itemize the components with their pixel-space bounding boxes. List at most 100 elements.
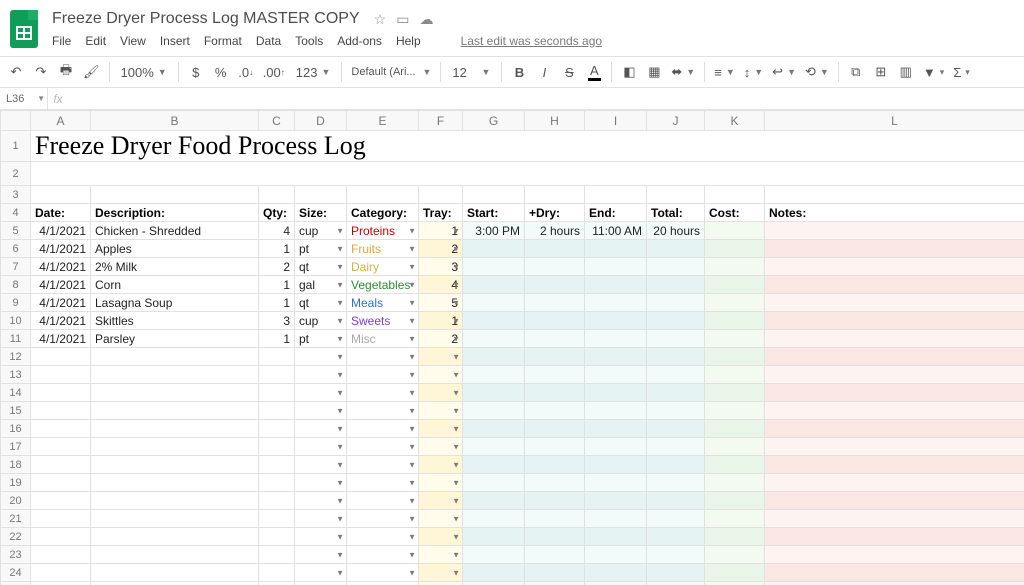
italic-icon[interactable]: I (532, 59, 556, 85)
cell-category[interactable]: Misc▼ (347, 330, 419, 348)
cell-size[interactable]: ▼ (295, 474, 347, 492)
header-B[interactable]: Description: (91, 204, 259, 222)
dropdown-icon[interactable]: ▼ (408, 352, 416, 361)
cell-notes[interactable] (765, 528, 1024, 546)
dropdown-icon[interactable]: ▼ (452, 370, 460, 379)
dropdown-icon[interactable]: ▼ (408, 280, 416, 289)
cell-dry[interactable] (525, 582, 585, 585)
row-header[interactable]: 18 (1, 456, 31, 474)
cell-description[interactable] (91, 420, 259, 438)
cell-description[interactable] (91, 492, 259, 510)
cell-dry[interactable] (525, 474, 585, 492)
cell-category[interactable]: ▼ (347, 546, 419, 564)
row-header[interactable]: 14 (1, 384, 31, 402)
textcolor-icon[interactable]: A (582, 59, 606, 85)
cell-end[interactable] (585, 456, 647, 474)
cell-date[interactable] (31, 438, 91, 456)
dropdown-icon[interactable]: ▼ (336, 550, 344, 559)
cell-start[interactable] (463, 510, 525, 528)
cell-qty[interactable] (259, 582, 295, 585)
dropdown-icon[interactable]: ▼ (336, 316, 344, 325)
cell-category[interactable]: ▼ (347, 438, 419, 456)
cell-tray[interactable]: 1▼ (419, 222, 463, 240)
cell-start[interactable] (463, 474, 525, 492)
row-header[interactable]: 24 (1, 564, 31, 582)
cell-size[interactable]: ▼ (295, 402, 347, 420)
cell-tray[interactable]: 1▼ (419, 312, 463, 330)
cell-dry[interactable] (525, 456, 585, 474)
cell-end[interactable] (585, 402, 647, 420)
cell-dry[interactable] (525, 420, 585, 438)
header-A[interactable]: Date: (31, 204, 91, 222)
cell-dry[interactable] (525, 330, 585, 348)
cell-tray[interactable]: ▼ (419, 420, 463, 438)
cell-dry[interactable] (525, 276, 585, 294)
cell-total[interactable] (647, 258, 705, 276)
cell-date[interactable] (31, 528, 91, 546)
dropdown-icon[interactable]: ▼ (452, 316, 460, 325)
currency-icon[interactable]: $ (184, 59, 208, 85)
undo-icon[interactable]: ↶ (4, 59, 28, 85)
dropdown-icon[interactable]: ▼ (452, 496, 460, 505)
cell-cost[interactable] (705, 564, 765, 582)
cell-dry[interactable] (525, 384, 585, 402)
dropdown-icon[interactable]: ▼ (452, 532, 460, 541)
menu-tools[interactable]: Tools (295, 34, 323, 48)
cell-total[interactable] (647, 312, 705, 330)
cell-tray[interactable]: 2▼ (419, 330, 463, 348)
cell-total[interactable] (647, 276, 705, 294)
cell-notes[interactable] (765, 240, 1024, 258)
col-header-G[interactable]: G (463, 111, 525, 131)
header-G[interactable]: Start: (463, 204, 525, 222)
cell-start[interactable] (463, 402, 525, 420)
star-icon[interactable]: ☆ (374, 11, 387, 28)
cell-size[interactable]: cup▼ (295, 222, 347, 240)
cell-end[interactable] (585, 438, 647, 456)
cell-description[interactable] (91, 456, 259, 474)
dropdown-icon[interactable]: ▼ (336, 298, 344, 307)
cell-size[interactable]: ▼ (295, 492, 347, 510)
cell-end[interactable] (585, 492, 647, 510)
cell-qty[interactable] (259, 384, 295, 402)
dropdown-icon[interactable]: ▼ (452, 514, 460, 523)
cell-notes[interactable] (765, 222, 1024, 240)
redo-icon[interactable]: ↷ (29, 59, 53, 85)
header-E[interactable]: Category: (347, 204, 419, 222)
cell-cost[interactable] (705, 402, 765, 420)
increase-decimal-icon[interactable]: .00↑ (259, 59, 289, 85)
fontsize-dropdown[interactable]: 12▼ (446, 59, 496, 85)
dropdown-icon[interactable]: ▼ (452, 298, 460, 307)
cell-notes[interactable] (765, 564, 1024, 582)
sheet-title[interactable]: Freeze Dryer Food Process Log (31, 131, 1024, 162)
cell-cost[interactable] (705, 492, 765, 510)
cell-description[interactable] (91, 528, 259, 546)
cell-start[interactable] (463, 330, 525, 348)
dropdown-icon[interactable]: ▼ (408, 334, 416, 343)
col-header-B[interactable]: B (91, 111, 259, 131)
cell-category[interactable]: ▼ (347, 366, 419, 384)
dropdown-icon[interactable]: ▼ (408, 370, 416, 379)
cell-size[interactable]: ▼ (295, 384, 347, 402)
cell-size[interactable]: qt▼ (295, 294, 347, 312)
cell-qty[interactable] (259, 546, 295, 564)
cell-tray[interactable]: ▼ (419, 474, 463, 492)
cell-notes[interactable] (765, 402, 1024, 420)
cell-cost[interactable] (705, 456, 765, 474)
header-C[interactable]: Qty: (259, 204, 295, 222)
col-header-K[interactable]: K (705, 111, 765, 131)
cell-tray[interactable]: 5▼ (419, 294, 463, 312)
cell-cost[interactable] (705, 294, 765, 312)
strikethrough-icon[interactable]: S (557, 59, 581, 85)
col-header-F[interactable]: F (419, 111, 463, 131)
cell-date[interactable] (31, 456, 91, 474)
cell-qty[interactable]: 1 (259, 276, 295, 294)
row-header[interactable]: 22 (1, 528, 31, 546)
cell-size[interactable]: pt▼ (295, 240, 347, 258)
row-header[interactable]: 1 (1, 131, 31, 162)
cell-description[interactable] (91, 366, 259, 384)
cell-description[interactable]: Lasagna Soup (91, 294, 259, 312)
cell-tray[interactable]: ▼ (419, 492, 463, 510)
cell-total[interactable] (647, 474, 705, 492)
cell-total[interactable]: 20 hours (647, 222, 705, 240)
cell[interactable] (295, 186, 347, 204)
